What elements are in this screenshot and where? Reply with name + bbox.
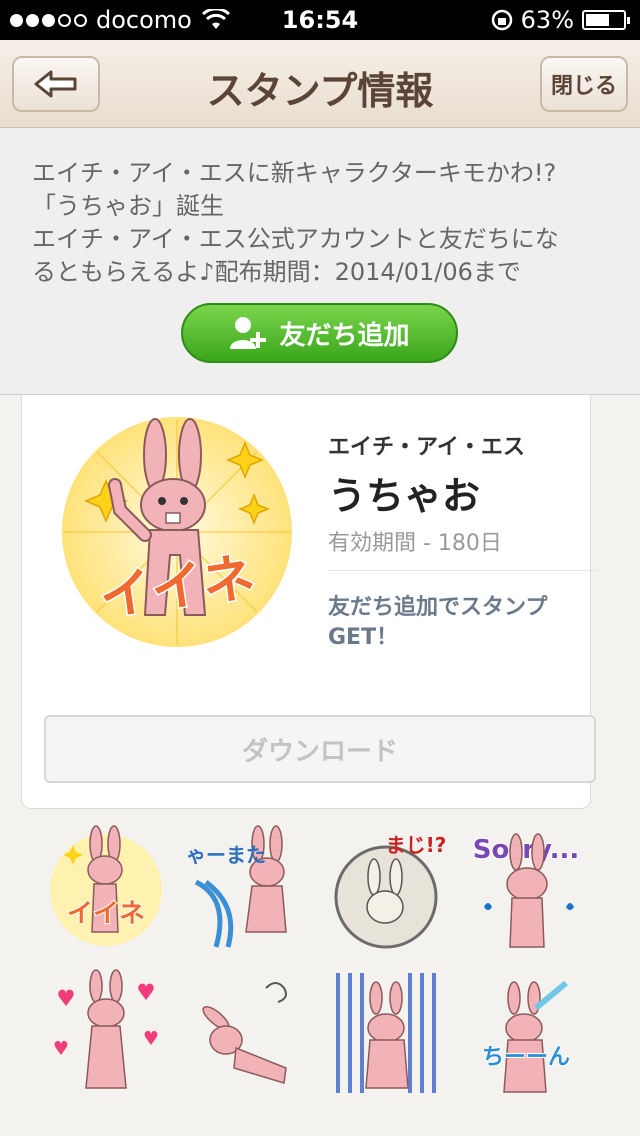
description-line: エイチ・アイ・エスに新キャラクターキモかわ!? xyxy=(32,159,557,187)
battery-icon xyxy=(582,10,630,30)
sticker-preview[interactable] xyxy=(186,968,306,1098)
sticker-preview[interactable]: まじ!? xyxy=(326,822,446,952)
sticker-name: うちゃお xyxy=(328,474,481,518)
divider xyxy=(328,570,598,571)
add-friend-label: 友だち追加 xyxy=(279,320,410,351)
download-button[interactable]: ダウンロード xyxy=(44,715,596,783)
sticker-publisher: エイチ・アイ・エス xyxy=(328,435,525,460)
add-friend-icon xyxy=(230,317,267,349)
sticker-preview[interactable]: ちーーん xyxy=(466,968,586,1098)
description-line: るともらえるよ♪配布期間：2014/01/06まで xyxy=(32,258,521,286)
sticker-preview[interactable]: Sorry... xyxy=(466,822,586,952)
sticker-preview[interactable] xyxy=(46,968,166,1098)
sticker-preview[interactable] xyxy=(326,968,446,1098)
sticker-card: イイネ エイチ・アイ・エス うちゃお 有効期間 - 180日 友だち追加でスタン… xyxy=(21,395,598,809)
sticker-caption: イイネ xyxy=(67,899,145,929)
close-button[interactable]: 閉じる xyxy=(540,56,628,112)
sticker-caption: Sorry... xyxy=(473,835,579,865)
status-right: 63% xyxy=(491,6,630,34)
nav-bar: スタンプ情報 閉じる xyxy=(0,40,640,128)
sticker-caption: まじ!? xyxy=(386,833,446,857)
battery-percent: 63% xyxy=(520,6,574,34)
sticker-caption: ちーーん xyxy=(482,1045,570,1070)
battery-fill xyxy=(586,14,609,26)
sticker-caption: じゃーまた xyxy=(186,843,266,867)
sticker-preview[interactable]: じゃーまた xyxy=(186,822,306,952)
sticker-promo: 友だち追加でスタンプGET！ xyxy=(328,595,548,650)
sticker-validity: 有効期間 - 180日 xyxy=(328,531,502,556)
sticker-preview[interactable]: イイネ xyxy=(46,822,166,952)
rotation-lock-icon xyxy=(491,9,512,31)
add-friend-button[interactable]: 友だち追加 xyxy=(181,303,458,363)
description-line: 「うちゃお」誕生 xyxy=(32,192,224,220)
description-line: エイチ・アイ・エス公式アカウントと友だちにな xyxy=(32,225,559,253)
status-bar: docomo 16:54 63% xyxy=(0,0,640,40)
account-description: エイチ・アイ・エスに新キャラクターキモかわ!? 「うちゃお」誕生 エイチ・アイ・… xyxy=(32,157,622,289)
main-sticker-image: イイネ xyxy=(62,417,292,647)
